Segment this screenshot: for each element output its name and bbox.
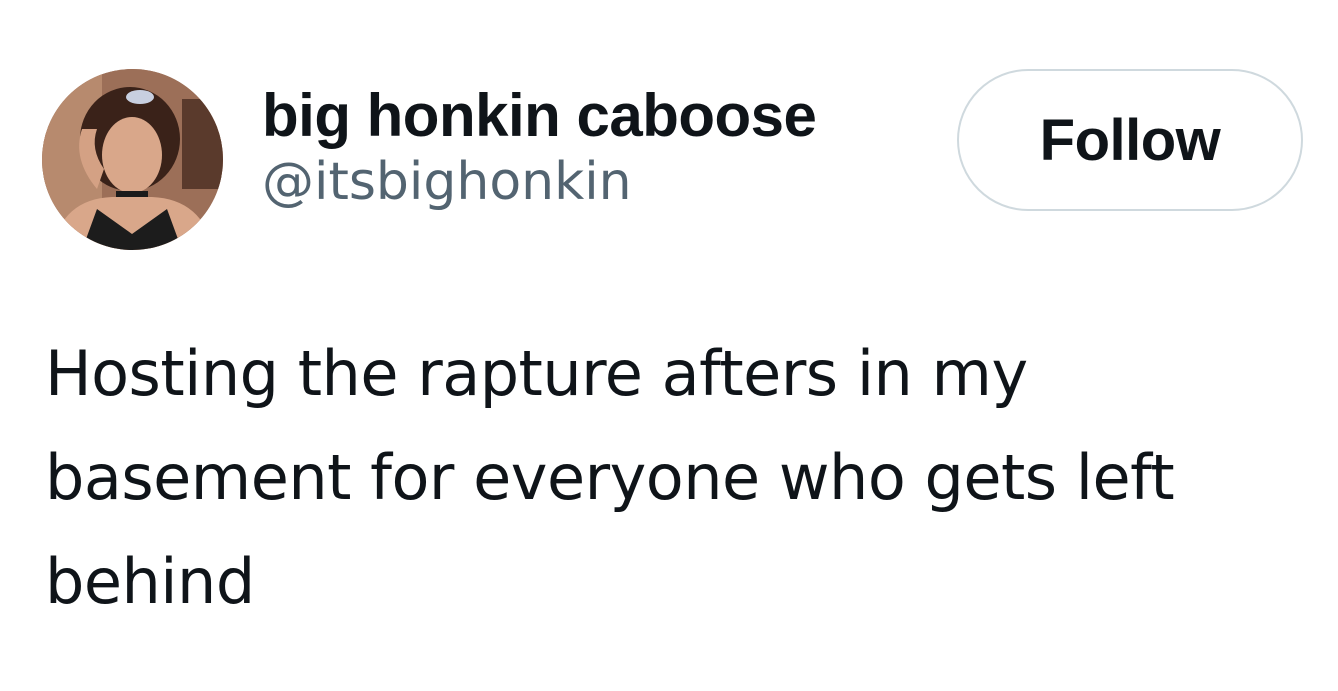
tweet-header: big honkin caboose @itsbighonkin Follow bbox=[0, 0, 1338, 260]
author-info: big honkin caboose @itsbighonkin bbox=[262, 80, 942, 214]
tweet-text: Hosting the rapture afters in my basemen… bbox=[45, 337, 1175, 618]
avatar[interactable] bbox=[42, 69, 223, 250]
author-display-name[interactable]: big honkin caboose bbox=[262, 80, 942, 152]
follow-button[interactable]: Follow bbox=[957, 69, 1303, 211]
follow-button-label: Follow bbox=[1039, 107, 1221, 173]
tweet-card: big honkin caboose @itsbighonkin Follow … bbox=[0, 0, 1338, 691]
author-handle[interactable]: @itsbighonkin bbox=[262, 150, 942, 214]
avatar-image bbox=[42, 69, 223, 250]
